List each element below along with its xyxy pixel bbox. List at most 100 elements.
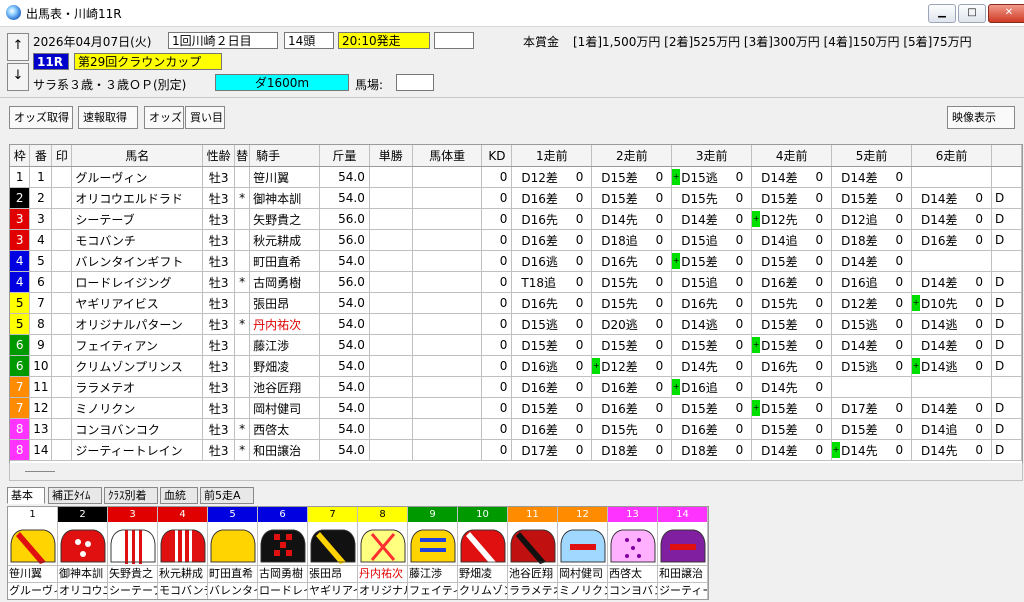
tab-prev5[interactable]: 前5走A [200,487,254,504]
past-race-1[interactable]: D16逃 0 [511,355,593,377]
video-button[interactable]: 映像表示 [947,106,1015,129]
silk-card[interactable]: 1 笹川翼グルーヴィ [8,507,58,599]
col-jockey[interactable]: 騎手 [249,145,320,167]
mark-cell[interactable] [51,187,73,209]
horse-name[interactable]: フェイティアン [71,334,204,356]
horse-name[interactable]: オリコウエルドラド [71,187,204,209]
horse-name[interactable]: ミノリクン [71,397,204,419]
past-race-2[interactable]: D15先 0 [591,292,673,314]
past-race-4[interactable]: + D15差 0 [751,334,833,356]
past-race-3[interactable]: D15追 0 [671,271,753,293]
table-row[interactable]: 4 5 バレンタインギフト 牡3 町田直希 54.0 0 D16逃 0 D16先 0 + D15差 0 D1… [10,250,1022,272]
col-mark[interactable]: 印 [51,145,73,167]
jockey-name[interactable]: 丹内祐次 [249,313,320,335]
silk-card[interactable]: 10 野畑凌クリムゾン [458,507,508,599]
table-row[interactable]: 6 10 クリムゾンプリンス 牡3 野畑凌 54.0 0 D16逃 0 + D12差 0 D14先 0 D1… [10,355,1022,377]
mark-cell[interactable] [51,376,73,398]
past-race-1[interactable]: D16逃 0 [511,250,593,272]
col-tansho[interactable]: 単勝 [369,145,413,167]
past-race-4[interactable]: + D15差 0 [751,397,833,419]
table-row[interactable]: 8 14 ジーティートレイン 牡3 * 和田譲治 54.0 0 D17差 0 D18差 0 D18差 0 D… [10,439,1022,461]
col-kd[interactable]: KD [481,145,513,167]
horse-name[interactable]: ララメテオ [71,376,204,398]
past-race-4[interactable]: + D12先 0 [751,208,833,230]
past-race-2[interactable]: D14先 0 [591,208,673,230]
mark-cell[interactable] [51,355,73,377]
past-race-2[interactable]: D16先 0 [591,250,673,272]
past-race-2[interactable]: D16差 0 [591,397,673,419]
col-p4[interactable]: 4走前 [751,145,833,167]
jockey-name[interactable]: 野畑凌 [249,355,320,377]
silk-card[interactable]: 9 藤江渉フェイティ [408,507,458,599]
jockey-name[interactable]: 藤江渉 [249,334,320,356]
tab-pedigree[interactable]: 血統 [160,487,198,504]
scrollbar-thumb[interactable] [25,471,55,472]
past-race-4[interactable]: D14先 0 [751,376,833,398]
table-row[interactable]: 8 13 コンヨバンコク 牡3 * 西啓太 54.0 0 D16差 0 D15先 0 D16差 0 D15差… [10,418,1022,440]
past-race-3[interactable]: D14先 0 [671,355,753,377]
past-race-4[interactable]: D16差 0 [751,271,833,293]
past-race-3[interactable]: D16先 0 [671,292,753,314]
silk-card[interactable]: 8 丹内祐次オリジナル [358,507,408,599]
past-race-4[interactable]: D15差 0 [751,313,833,335]
past-race-2[interactable]: D20逃 0 [591,313,673,335]
col-ban[interactable]: 番 [29,145,53,167]
silk-card[interactable]: 6 古岡勇樹ロードレイ [258,507,308,599]
past-race-2[interactable]: D18追 0 [591,229,673,251]
past-race-4[interactable]: D15先 0 [751,292,833,314]
past-race-4[interactable]: D16先 0 [751,355,833,377]
past-race-6[interactable] [911,166,992,188]
mark-cell[interactable] [51,418,73,440]
jockey-name[interactable]: 町田直希 [249,250,320,272]
mark-cell[interactable] [51,439,73,461]
past-race-1[interactable]: D16先 0 [511,208,593,230]
col-name[interactable]: 馬名 [71,145,204,167]
past-race-6[interactable]: + D10先 0 [911,292,992,314]
past-race-6[interactable]: D14差 0 [911,271,992,293]
tab-class[interactable]: ｸﾗｽ別着 [104,487,158,504]
col-kinryo[interactable]: 斤量 [319,145,370,167]
table-row[interactable]: 4 6 ロードレイジング 牡3 * 古岡勇樹 56.0 0 T18追 0 D15先 0 D15追 0 D16… [10,271,1022,293]
kaime-button[interactable]: 買い目 [185,106,225,129]
past-race-2[interactable]: D15差 0 [591,187,673,209]
close-button[interactable]: ✕ [988,4,1024,23]
past-race-6[interactable]: D14先 0 [911,439,992,461]
mark-cell[interactable] [51,250,73,272]
table-row[interactable]: 6 9 フェイティアン 牡3 藤江渉 54.0 0 D15差 0 D15差 0 D15差 0 + D15差 0… [10,334,1022,356]
past-race-1[interactable]: D12差 0 [511,166,593,188]
past-race-3[interactable]: + D15差 0 [671,250,753,272]
mark-cell[interactable] [51,229,73,251]
col-p5[interactable]: 5走前 [831,145,913,167]
past-race-2[interactable]: D16差 0 [591,376,673,398]
col-p2[interactable]: 2走前 [591,145,673,167]
past-race-1[interactable]: D16差 0 [511,187,593,209]
table-row[interactable]: 5 8 オリジナルパターン 牡3 * 丹内祐次 54.0 0 D15逃 0 D20逃 0 D14逃 0 D1… [10,313,1022,335]
mark-cell[interactable] [51,208,73,230]
past-race-6[interactable]: D14差 0 [911,208,992,230]
past-race-5[interactable]: D15逃 0 [831,355,913,377]
silk-card[interactable]: 14 和田譲治ジーティー [658,507,708,599]
past-race-5[interactable]: D12差 0 [831,292,913,314]
past-race-6[interactable] [911,376,992,398]
past-race-2[interactable]: + D12差 0 [591,355,673,377]
table-row[interactable]: 7 11 ララメテオ 牡3 池谷匠翔 54.0 0 D16差 0 D16差 0 + D16追 0 D14先 0 [10,376,1022,398]
mark-cell[interactable] [51,313,73,335]
silk-card[interactable]: 3 矢野貴之シーテーブ [108,507,158,599]
past-race-3[interactable]: + D16追 0 [671,376,753,398]
past-race-4[interactable]: D14追 0 [751,229,833,251]
table-row[interactable]: 3 4 モコバンチ 牡3 秋元耕成 56.0 0 D16差 0 D18追 0 D15追 0 D14追 0 D1… [10,229,1022,251]
table-row[interactable]: 7 12 ミノリクン 牡3 岡村健司 54.0 0 D15差 0 D16差 0 D15差 0 + D15差 0… [10,397,1022,419]
horse-name[interactable]: ジーティートレイン [71,439,204,461]
prev-race-button[interactable]: ↑ [7,33,29,61]
table-row[interactable]: 5 7 ヤギリアイビス 牡3 張田昂 54.0 0 D16先 0 D15先 0 D16先 0 D15先 0 D… [10,292,1022,314]
past-race-5[interactable]: D15差 0 [831,418,913,440]
horse-name[interactable]: モコバンチ [71,229,204,251]
past-race-3[interactable]: D15追 0 [671,229,753,251]
table-row[interactable]: 1 1 グルーヴィン 牡3 笹川翼 54.0 0 D12差 0 D15差 0 + D15逃 0 D14差 0 D… [10,166,1022,188]
horse-name[interactable]: バレンタインギフト [71,250,204,272]
past-race-6[interactable]: D14差 0 [911,187,992,209]
past-race-1[interactable]: D16差 0 [511,376,593,398]
past-race-5[interactable]: D17差 0 [831,397,913,419]
past-race-2[interactable]: D15先 0 [591,418,673,440]
past-race-1[interactable]: T18追 0 [511,271,593,293]
